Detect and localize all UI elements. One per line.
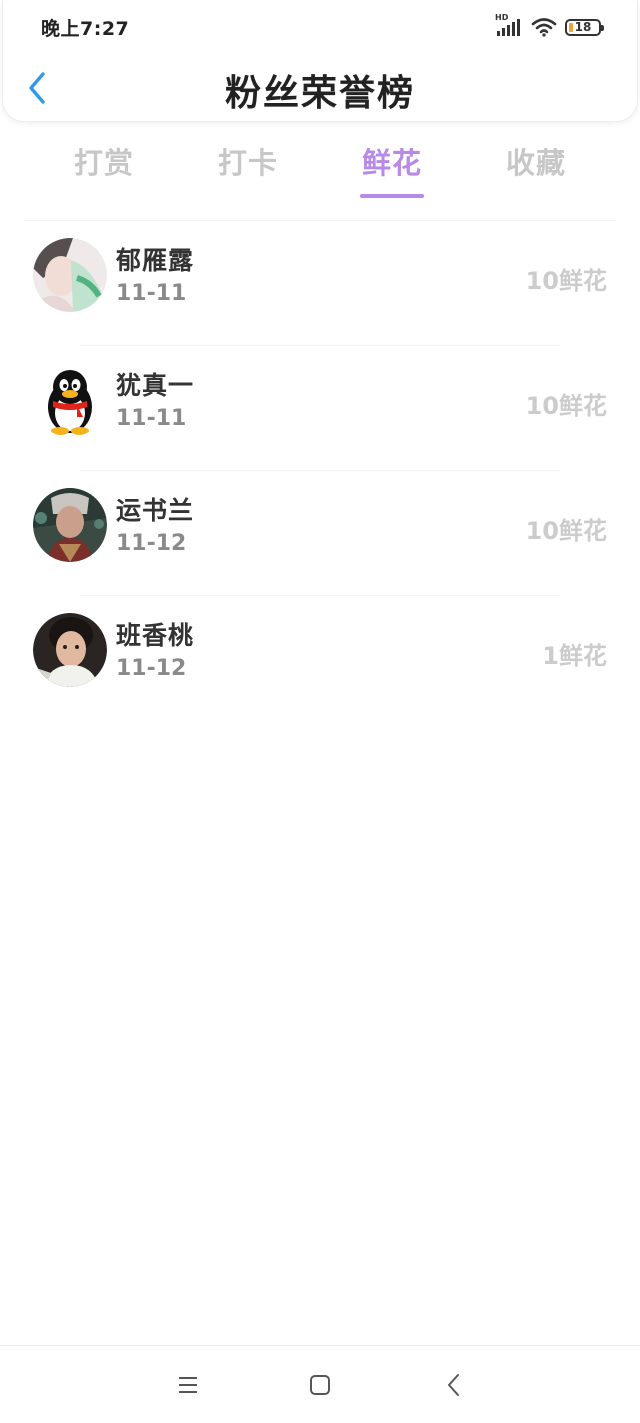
game-character-avatar [33, 488, 107, 562]
wifi-icon [531, 18, 557, 37]
fan-name: 犹真一 [116, 371, 195, 400]
anime-avatar [33, 238, 107, 312]
tab-flowers[interactable]: 鲜花 [320, 140, 464, 182]
flower-count: 10鲜花 [525, 517, 607, 545]
fan-name: 运书兰 [116, 496, 195, 525]
page-title: 粉丝荣誉榜 [224, 73, 415, 114]
tab-bar: 打赏 打卡 鲜花 收藏 [32, 140, 608, 202]
fan-list: 郁雁露 11-11 10鲜花 犹真一 11-11 10鲜花 运书兰 11-12 … [0, 221, 640, 721]
flower-count: 1鲜花 [542, 642, 607, 670]
battery-level: 18 [574, 20, 592, 34]
flower-count: 10鲜花 [525, 267, 607, 295]
fan-name: 郁雁露 [116, 246, 195, 275]
qq-penguin-avatar [33, 363, 107, 437]
fan-date: 11-11 [116, 281, 187, 306]
list-item[interactable]: 郁雁露 11-11 10鲜花 [0, 221, 640, 346]
child-photo-avatar [33, 613, 107, 687]
network-label: HD [495, 13, 509, 22]
home-icon[interactable] [306, 1372, 334, 1398]
battery-icon: 18 [565, 18, 604, 36]
fan-name: 班香桃 [116, 621, 195, 650]
list-item[interactable]: 班香桃 11-12 1鲜花 [0, 596, 640, 721]
tab-checkin[interactable]: 打卡 [176, 140, 320, 182]
list-item[interactable]: 犹真一 11-11 10鲜花 [0, 346, 640, 471]
system-nav-bar [0, 1345, 640, 1423]
flower-count: 10鲜花 [525, 392, 607, 420]
menu-icon[interactable] [174, 1372, 202, 1398]
tab-favorites[interactable]: 收藏 [464, 140, 608, 182]
fan-date: 11-12 [116, 656, 187, 681]
fan-date: 11-12 [116, 531, 187, 556]
status-icons: HD 18 [495, 13, 604, 40]
tab-active-indicator [360, 194, 424, 198]
tab-tips[interactable]: 打赏 [32, 140, 176, 182]
header: 晚上7:27 HD 18 粉丝荣誉榜 [2, 0, 638, 122]
fan-date: 11-11 [116, 406, 187, 431]
fan-honor-screen: 晚上7:27 HD 18 粉丝荣誉榜 打赏 打卡 鲜花 收藏 郁雁露 11-11… [0, 0, 640, 1423]
status-time: 晚上7:27 [41, 18, 130, 40]
back-icon[interactable] [440, 1372, 468, 1398]
list-item[interactable]: 运书兰 11-12 10鲜花 [0, 471, 640, 596]
signal-icon: HD [495, 13, 523, 38]
